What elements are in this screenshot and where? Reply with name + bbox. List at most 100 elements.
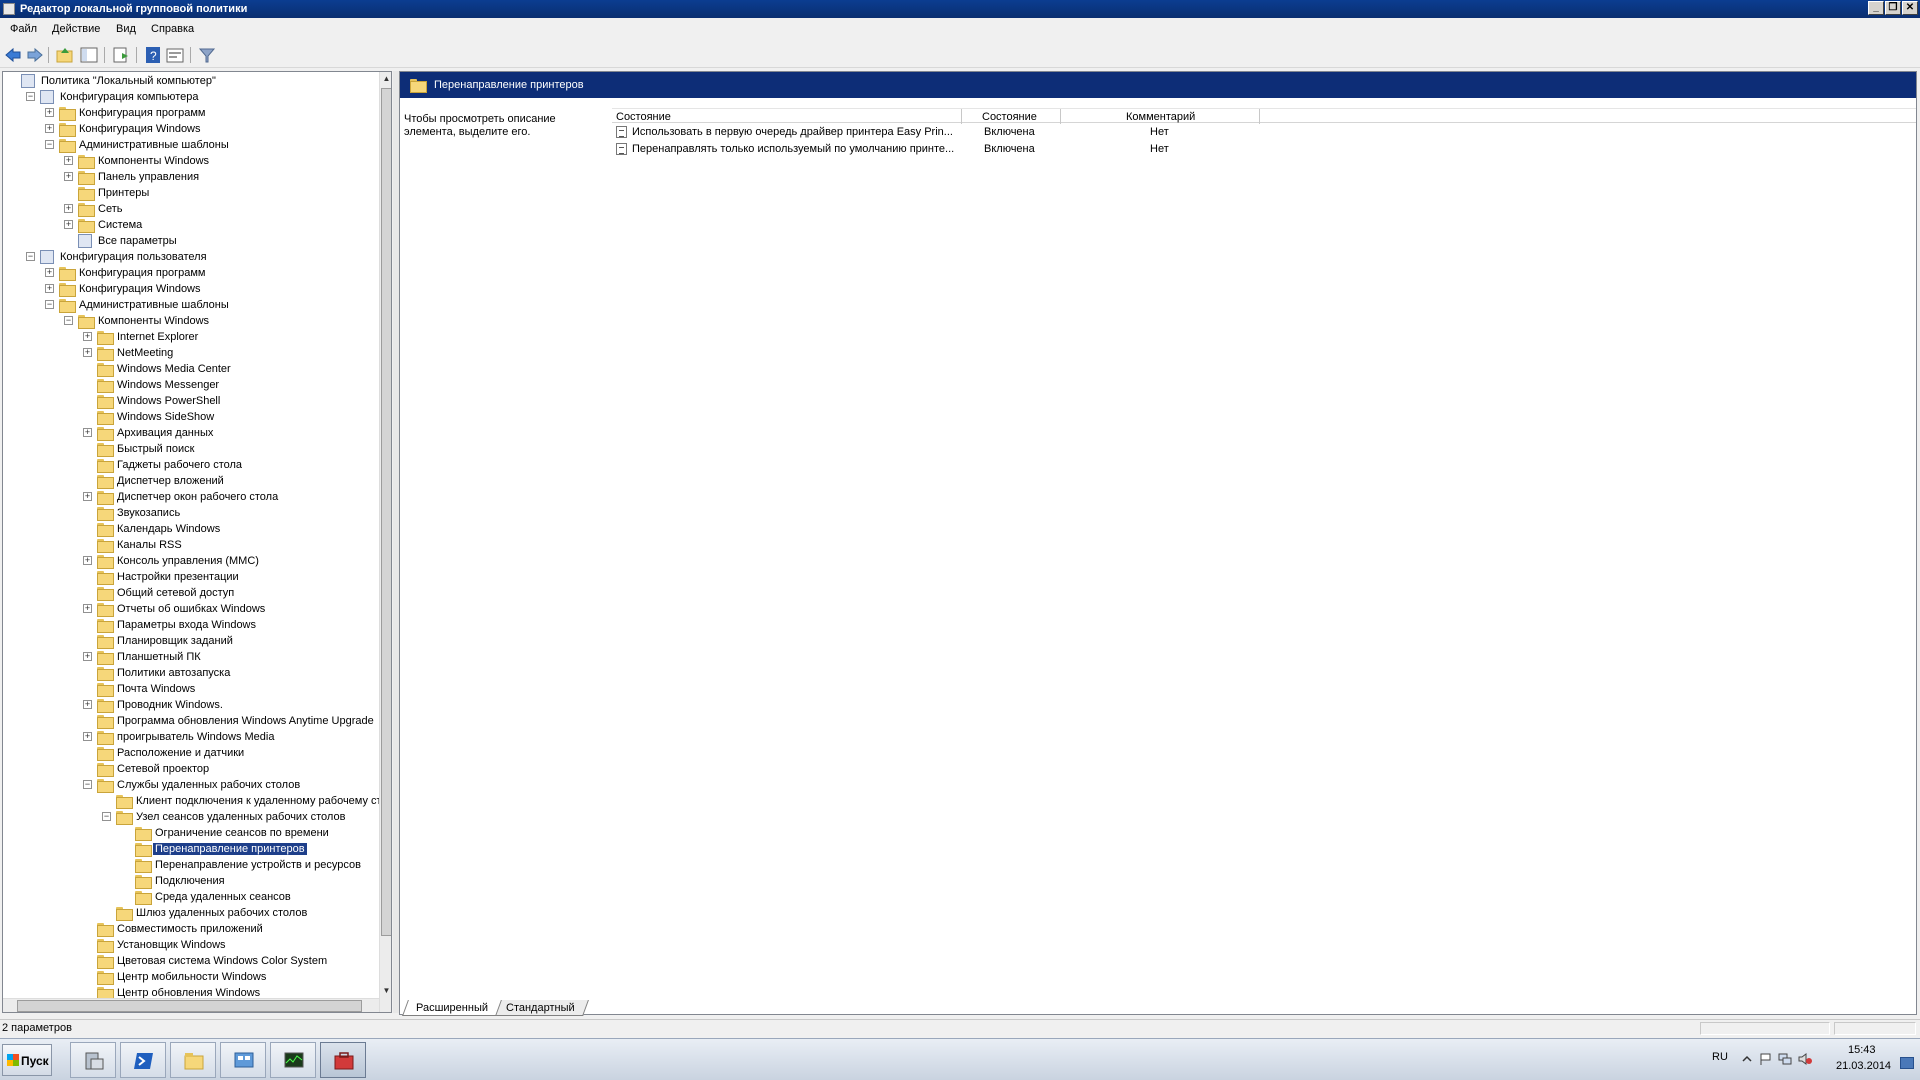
status-pane: [1834, 1022, 1916, 1035]
folder-icon: [97, 731, 114, 745]
tree-item-label: Политика "Локальный компьютер": [41, 75, 216, 87]
tab-extended[interactable]: Расширенный: [402, 1000, 502, 1016]
tree-item-label: Сеть: [98, 203, 123, 215]
tree-item-label: Конфигурация программ: [79, 267, 206, 279]
expand-icon[interactable]: +: [83, 700, 92, 709]
collapse-icon[interactable]: −: [83, 780, 92, 789]
folder-icon: [97, 555, 114, 569]
collapse-icon[interactable]: −: [45, 300, 54, 309]
performance-monitor-icon: [284, 1052, 304, 1068]
back-icon[interactable]: [4, 46, 22, 64]
tree-item-label: Почта Windows: [117, 683, 196, 695]
toolbar: ?: [0, 42, 1920, 68]
folder-icon: [78, 203, 95, 217]
folder-icon: [78, 219, 95, 233]
tab-standard[interactable]: Стандартный: [492, 1000, 589, 1016]
tree-vertical-scrollbar[interactable]: ▲ ▼: [379, 72, 391, 1012]
expand-icon[interactable]: +: [83, 652, 92, 661]
column-header-comment[interactable]: Комментарий: [1126, 111, 1195, 124]
expand-icon[interactable]: +: [83, 556, 92, 565]
expand-icon[interactable]: +: [64, 204, 73, 213]
folder-icon: [116, 795, 133, 809]
network-icon[interactable]: [1778, 1053, 1792, 1065]
clock-date[interactable]: 21.03.2014: [1836, 1060, 1891, 1072]
row-name: Перенаправлять только используемый по ум…: [632, 143, 955, 155]
scroll-up-icon[interactable]: ▲: [381, 72, 391, 86]
clock-time[interactable]: 15:43: [1848, 1044, 1876, 1056]
expand-icon[interactable]: +: [45, 268, 54, 277]
server-manager-icon: [85, 1052, 104, 1070]
folder-icon: [97, 587, 114, 601]
filter-icon[interactable]: [198, 46, 216, 64]
tree-pane[interactable]: Политика "Локальный компьютер" − Конфигура…: [2, 71, 392, 1013]
collapse-icon[interactable]: −: [45, 140, 54, 149]
menu-help[interactable]: Справка: [151, 23, 194, 35]
tree-item-label: Политики автозапуска: [117, 667, 231, 679]
taskbar-explorer[interactable]: [170, 1042, 216, 1078]
export-list-icon[interactable]: [112, 46, 130, 64]
expand-icon[interactable]: +: [64, 172, 73, 181]
folder-icon: [78, 171, 95, 185]
tree-horizontal-scrollbar[interactable]: [3, 998, 379, 1012]
expand-icon[interactable]: +: [83, 332, 92, 341]
minimize-button[interactable]: _: [1868, 1, 1884, 15]
show-desktop-button[interactable]: [1900, 1057, 1914, 1069]
taskbar-server-manager[interactable]: [70, 1042, 116, 1078]
volume-muted-icon[interactable]: [1798, 1053, 1812, 1065]
menu-file[interactable]: Файл: [10, 23, 37, 35]
column-header-name[interactable]: Состояние: [616, 111, 671, 124]
language-indicator[interactable]: RU: [1712, 1051, 1728, 1063]
help-icon[interactable]: ?: [144, 46, 162, 64]
tree-item-label: Система: [98, 219, 143, 231]
taskbar-performance-monitor[interactable]: [270, 1042, 316, 1078]
expand-icon[interactable]: +: [83, 428, 92, 437]
folder-icon: [116, 907, 133, 921]
column-header-state[interactable]: Состояние: [982, 111, 1037, 124]
expand-icon[interactable]: +: [83, 604, 92, 613]
taskbar-group-policy-editor[interactable]: [320, 1042, 366, 1078]
tree-item-label: Календарь Windows: [117, 523, 221, 535]
collapse-icon[interactable]: −: [64, 316, 73, 325]
show-hide-tree-icon[interactable]: [80, 46, 98, 64]
forward-icon[interactable]: [26, 46, 44, 64]
expand-icon[interactable]: +: [64, 220, 73, 229]
start-button[interactable]: Пуск: [2, 1044, 52, 1076]
folder-icon: [97, 619, 114, 633]
expand-icon[interactable]: +: [83, 732, 92, 741]
folder-icon: [97, 347, 114, 361]
close-button[interactable]: ✕: [1902, 1, 1918, 15]
tree-scroll-thumb[interactable]: [381, 88, 391, 936]
expand-icon[interactable]: +: [45, 108, 54, 117]
expand-icon[interactable]: +: [45, 284, 54, 293]
policy-setting-icon: [616, 143, 627, 155]
restore-button[interactable]: ❐: [1885, 1, 1901, 15]
folder-icon: [59, 107, 76, 121]
tree-item-label: Установщик Windows: [117, 939, 226, 951]
tree-item-label: Принтеры: [98, 187, 150, 199]
folder-icon: [410, 79, 427, 93]
expand-icon[interactable]: +: [83, 348, 92, 357]
tree-item-label: Сетевой проектор: [117, 763, 210, 775]
menu-action[interactable]: Действие: [52, 23, 100, 35]
taskbar-control-panel[interactable]: [220, 1042, 266, 1078]
properties-icon[interactable]: [166, 46, 184, 64]
taskbar-powershell[interactable]: [120, 1042, 166, 1078]
list-row[interactable]: Перенаправлять только используемый по ум…: [612, 141, 1916, 157]
folder-icon: [97, 507, 114, 521]
up-folder-icon[interactable]: [56, 46, 74, 64]
expand-icon[interactable]: +: [45, 124, 54, 133]
expand-icon[interactable]: +: [83, 492, 92, 501]
scroll-down-icon[interactable]: ▼: [381, 984, 391, 998]
collapse-icon[interactable]: −: [26, 92, 35, 101]
collapse-icon[interactable]: −: [102, 812, 111, 821]
window-title-bar[interactable]: Редактор локальной групповой политики _ …: [0, 0, 1920, 18]
show-hidden-icons-icon[interactable]: [1740, 1053, 1754, 1065]
menu-view[interactable]: Вид: [116, 23, 136, 35]
powershell-icon: [134, 1053, 153, 1069]
list-row[interactable]: Использовать в первую очередь драйвер пр…: [612, 124, 1916, 140]
tree-item-label: NetMeeting: [117, 347, 174, 359]
tree-hscroll-thumb[interactable]: [17, 1000, 362, 1012]
collapse-icon[interactable]: −: [26, 252, 35, 261]
action-center-flag-icon[interactable]: [1758, 1053, 1772, 1065]
expand-icon[interactable]: +: [64, 156, 73, 165]
